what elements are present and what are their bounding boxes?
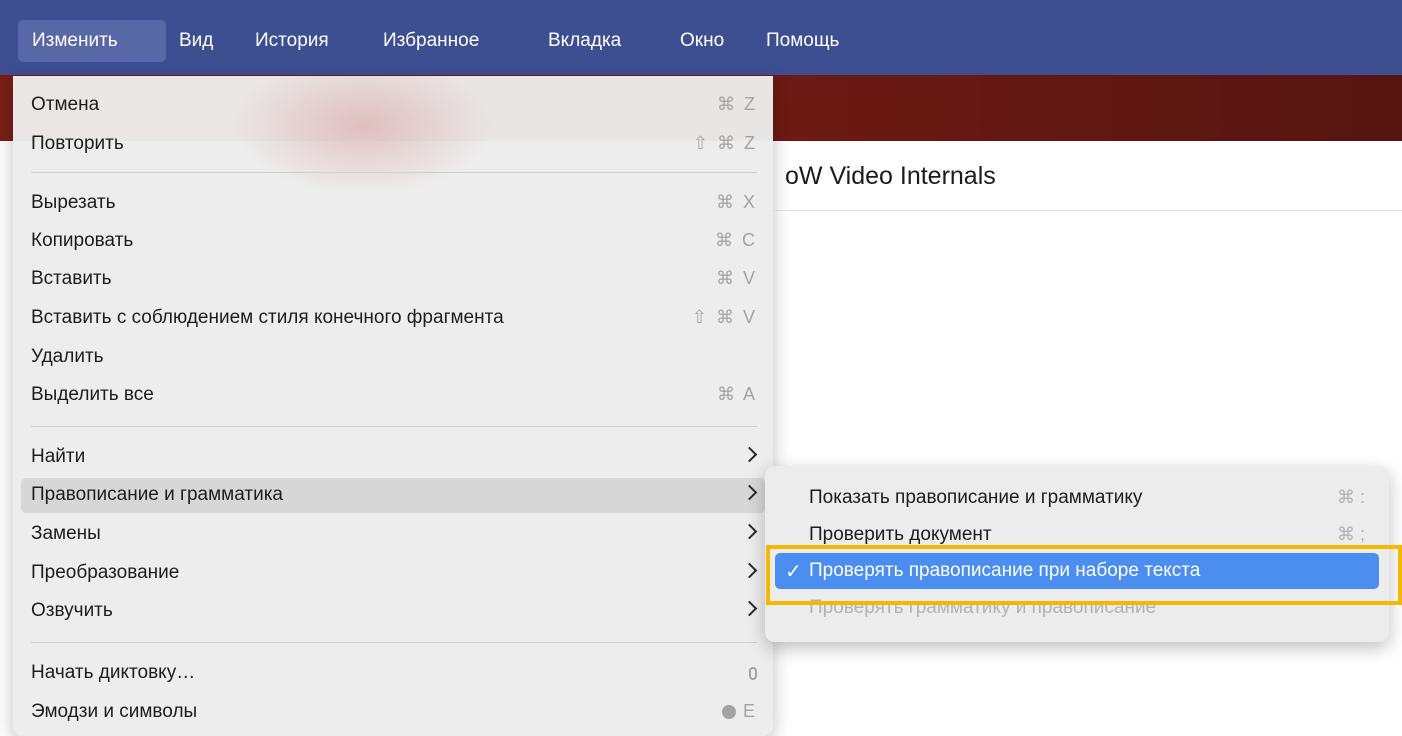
menu-item-label: Отмена xyxy=(31,94,100,115)
menubar-history[interactable]: История xyxy=(241,20,343,62)
shortcut-label: ⌘ ; xyxy=(1336,524,1365,544)
page-title: oW Video Internals xyxy=(785,162,996,190)
menu-item-label: Вставить с соблюдением стиля конечного ф… xyxy=(31,307,504,328)
shortcut-label: ⇧ ⌘ Z xyxy=(692,133,757,153)
menubar-bookmarks[interactable]: Избранное xyxy=(369,20,493,62)
menu-separator xyxy=(31,426,757,427)
chevron-right-icon xyxy=(741,523,758,540)
menu-item-cut[interactable]: Вырезать ⌘ X xyxy=(21,186,765,221)
shortcut-key: E xyxy=(742,701,757,721)
shortcut-label: ⌘ X xyxy=(715,192,757,212)
shortcut-label: ⌘ A xyxy=(716,384,757,404)
menu-item-find[interactable]: Найти xyxy=(21,440,765,475)
menu-item-delete[interactable]: Удалить xyxy=(21,340,765,375)
menubar-help[interactable]: Помощь xyxy=(752,20,853,62)
menu-item-label: Начать диктовку… xyxy=(31,662,196,683)
menubar-edit[interactable]: Изменить xyxy=(18,20,166,62)
menu-item-select-all[interactable]: Выделить все ⌘ A xyxy=(21,378,765,413)
menu-item-undo[interactable]: Отмена ⌘ Z xyxy=(21,88,765,123)
menu-item-label: Копировать xyxy=(31,230,134,251)
menu-item-spelling-grammar[interactable]: Правописание и грамматика xyxy=(21,478,765,513)
menubar-tab[interactable]: Вкладка xyxy=(534,20,635,62)
menu-item-label: Преобразование xyxy=(31,562,180,583)
shortcut-label: ⌘ : xyxy=(1336,487,1365,507)
chevron-right-icon xyxy=(741,484,758,501)
menubar-view[interactable]: Вид xyxy=(165,20,227,62)
shortcut-label: ⌘ Z xyxy=(717,94,757,114)
menu-item-label: Эмодзи и символы xyxy=(31,701,198,722)
shortcut-label: E xyxy=(721,701,757,722)
microphone-icon xyxy=(749,666,757,680)
menu-item-label: Показать правописание и грамматику xyxy=(809,487,1143,508)
shortcut-label xyxy=(749,662,757,683)
menu-item-substitutions[interactable]: Замены xyxy=(21,517,765,552)
menu-item-label: Найти xyxy=(31,446,86,467)
chevron-right-icon xyxy=(741,562,758,579)
menu-separator xyxy=(31,642,757,643)
menu-item-label: Правописание и грамматика xyxy=(31,484,284,505)
menu-item-label: Выделить все xyxy=(31,384,154,405)
menu-item-label: Вырезать xyxy=(31,192,116,213)
menu-item-start-dictation[interactable]: Начать диктовку… xyxy=(21,656,765,691)
menu-item-paste[interactable]: Вставить ⌘ V xyxy=(21,262,765,297)
menu-item-copy[interactable]: Копировать ⌘ C xyxy=(21,224,765,259)
menu-item-paste-match-style[interactable]: Вставить с соблюдением стиля конечного ф… xyxy=(21,301,765,336)
menu-item-speech[interactable]: Озвучить xyxy=(21,594,765,629)
menu-item-label: Удалить xyxy=(31,346,104,367)
shortcut-label: ⌘ C xyxy=(715,230,757,250)
globe-icon xyxy=(721,705,736,720)
menu-item-transformations[interactable]: Преобразование xyxy=(21,556,765,591)
menu-item-label: Озвучить xyxy=(31,600,113,621)
divider xyxy=(775,210,1402,211)
chevron-right-icon xyxy=(741,600,758,617)
menu-item-label: Вставить xyxy=(31,268,112,289)
menu-bar: Изменить Вид История Избранное Вкладка О… xyxy=(0,0,1402,75)
shortcut-label: ⌘ V xyxy=(715,268,757,288)
menu-separator xyxy=(31,172,757,173)
menu-item-label: Замены xyxy=(31,523,101,544)
menu-item-label: Проверить документ xyxy=(809,524,992,545)
chevron-right-icon xyxy=(741,446,758,463)
menubar-window[interactable]: Окно xyxy=(666,20,738,62)
menu-item-label: Повторить xyxy=(31,133,124,154)
menu-item-show-spelling-grammar[interactable]: Показать правописание и грамматику ⌘ : xyxy=(775,480,1379,516)
menu-item-emoji-symbols[interactable]: Эмодзи и символы E xyxy=(21,695,765,730)
edit-menu: Отмена ⌘ Z Повторить ⇧ ⌘ Z Вырезать ⌘ X … xyxy=(13,76,773,736)
highlight-outline xyxy=(766,545,1402,605)
shortcut-label: ⇧ ⌘ V xyxy=(691,307,757,327)
menu-item-redo[interactable]: Повторить ⇧ ⌘ Z xyxy=(21,127,765,162)
